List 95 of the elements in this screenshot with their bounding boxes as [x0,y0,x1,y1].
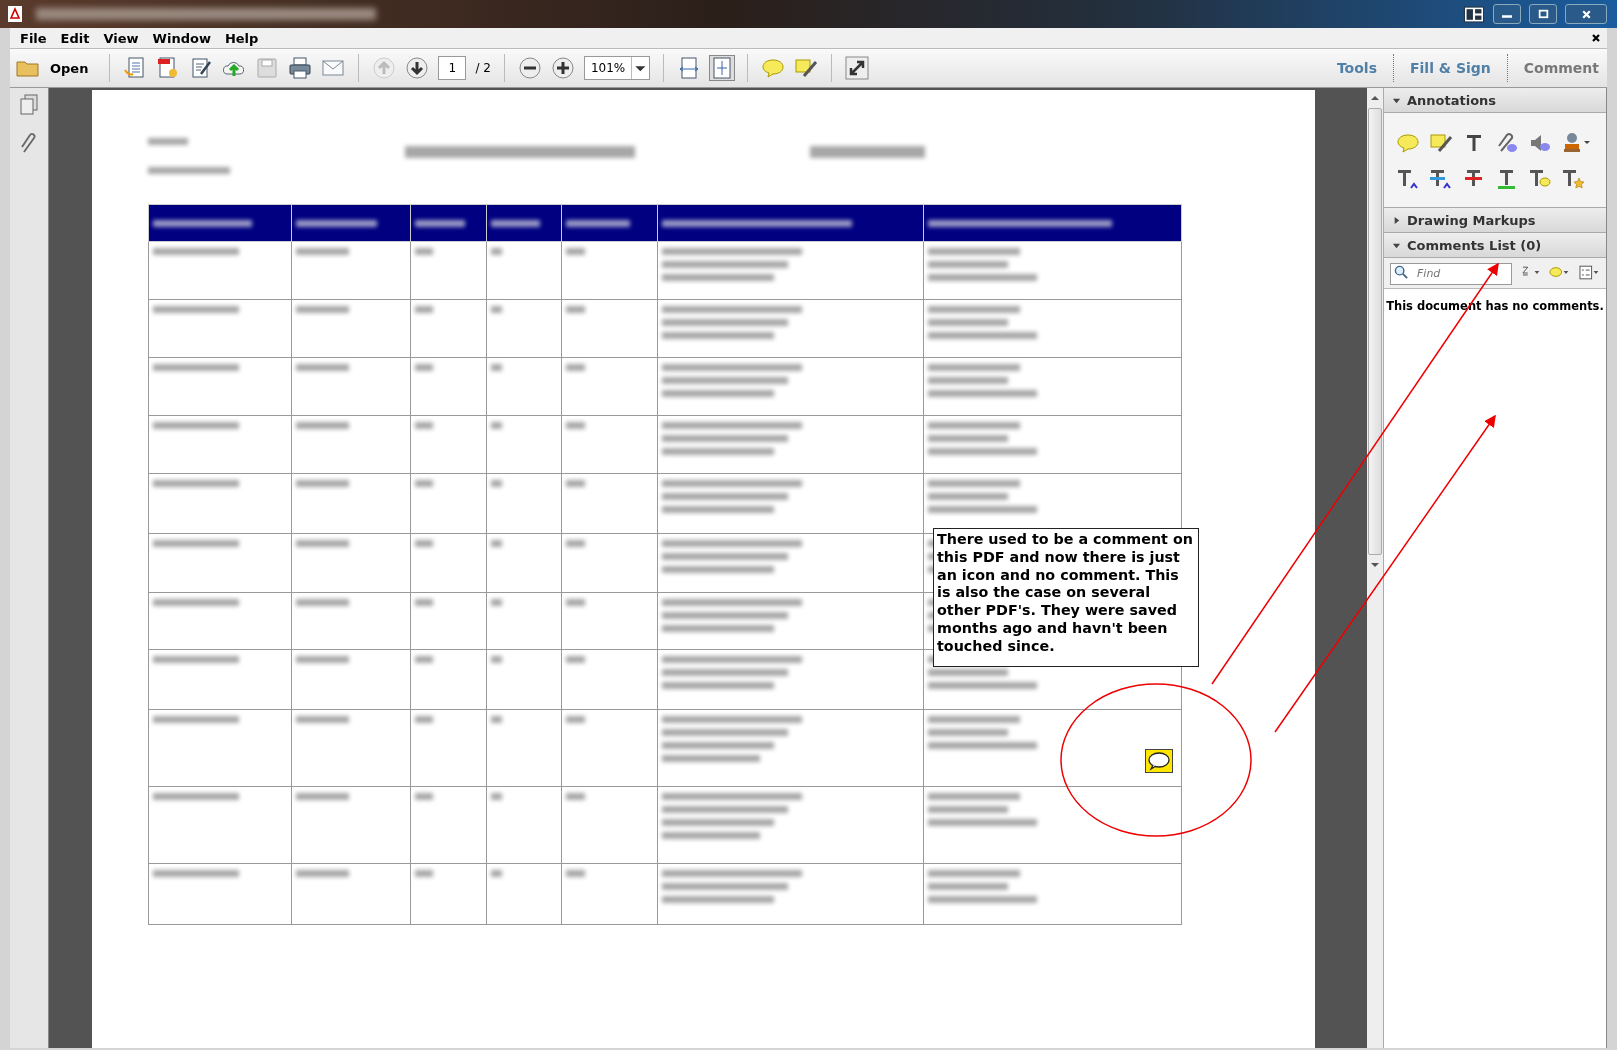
blurred-text [491,716,503,723]
blurred-text [415,364,434,371]
blurred-text [415,656,434,663]
blurred-text [566,422,586,429]
blurred-text [296,306,349,313]
blurred-text [296,540,349,547]
page-number-field[interactable]: 1 [438,56,467,80]
zoom-in-icon[interactable] [550,56,575,80]
blurred-text [296,599,349,606]
blurred-text [566,540,586,547]
callout-note: There used to be a comment on this PDF and now there is just an icon and no comment. This is also the case on several other PDF's. They were saved months ago and havn't been touched since. [933,528,1199,667]
scroll-down-icon[interactable] [1370,561,1380,569]
blurred-text [296,716,349,723]
menu-item[interactable]: Help [220,30,269,46]
zoom-out-icon[interactable] [517,56,542,80]
blurred-text [296,364,349,371]
blurred-text [415,540,434,547]
blurred-text [415,219,465,227]
blurred-text [491,599,503,606]
minimize-icon [1502,15,1512,18]
menu-item[interactable]: View [99,30,149,46]
blurred-text [566,793,586,800]
blurred-text [566,716,586,723]
close-button[interactable] [1565,4,1607,24]
blurred-text [566,870,586,877]
blurred-text [491,793,503,800]
replace-text-icon[interactable] [1429,167,1453,191]
maximize-icon [1537,8,1549,20]
blurred-text [415,480,434,487]
insert-text-icon[interactable] [1396,167,1420,191]
section-header[interactable]: Annotations [1384,88,1606,113]
pages-icon[interactable] [19,94,39,116]
blurred-text [415,599,434,606]
options-icon[interactable] [1578,265,1600,281]
blurred-text [566,364,586,371]
zoom-field[interactable]: 101% [583,56,650,80]
text-star-icon[interactable] [1561,167,1585,191]
layout-icon[interactable] [1463,5,1485,23]
blurred-text [566,306,586,313]
blurred-text [566,219,631,227]
blurred-text [296,248,349,255]
section-header[interactable]: Comments List (0) [1384,233,1606,258]
blurred-text [415,870,434,877]
paperclip-icon[interactable] [19,132,39,154]
blurred-text [491,364,503,371]
blurred-text [415,306,434,313]
blurred-text [491,248,503,255]
find-field[interactable]: Find [1390,262,1512,285]
menu-item[interactable]: Window [148,30,221,46]
paperclip-icon[interactable] [1495,131,1519,155]
blurred-text [566,656,586,663]
maximize-button[interactable] [1529,4,1557,24]
pdf-app-icon [8,6,22,22]
blurred-text [566,248,586,255]
blurred-text [491,219,540,227]
blurred-text [566,599,586,606]
menu-item[interactable]: File [16,30,57,46]
blurred-text [491,422,503,429]
highlight-note-icon[interactable] [1429,131,1453,155]
blurred-text [415,248,434,255]
scrollbar-thumb[interactable] [1368,108,1382,555]
highlight-note-icon[interactable] [793,56,818,80]
blurred-text [491,306,503,313]
blurred-text [491,656,503,663]
stamp-icon[interactable] [1561,131,1591,155]
close-icon[interactable] [1591,33,1601,43]
tab[interactable]: Comment [1521,60,1601,76]
search-icon [1394,265,1409,280]
minimize-button[interactable] [1493,4,1521,24]
blurred-text [566,480,586,487]
blurred-text [148,138,188,145]
section-header[interactable]: Drawing Markups [1384,208,1606,233]
close-icon [1580,8,1592,20]
menu-item[interactable]: Edit [56,30,100,46]
blurred-text [296,422,349,429]
blurred-text [415,793,434,800]
blurred-text [491,480,503,487]
blurred-text [296,793,349,800]
expand-icon[interactable] [844,56,869,80]
comment-icon[interactable] [1145,749,1173,773]
open-button[interactable]: Open [16,56,97,80]
blurred-text [415,422,434,429]
tab[interactable]: Tools [1334,60,1379,76]
fit-page-icon[interactable] [709,56,734,80]
edit-document-icon[interactable] [189,56,214,80]
blurred-text [296,656,349,663]
blurred-text [491,540,503,547]
page-total: / 2 [475,61,491,75]
blurred-text [296,870,349,877]
tab[interactable]: Fill & Sign [1407,60,1493,76]
blurred-text [415,716,434,723]
blurred-text [296,480,349,487]
blurred-text [491,870,503,877]
scroll-up-icon[interactable] [1370,94,1380,102]
print-icon[interactable] [288,56,313,80]
